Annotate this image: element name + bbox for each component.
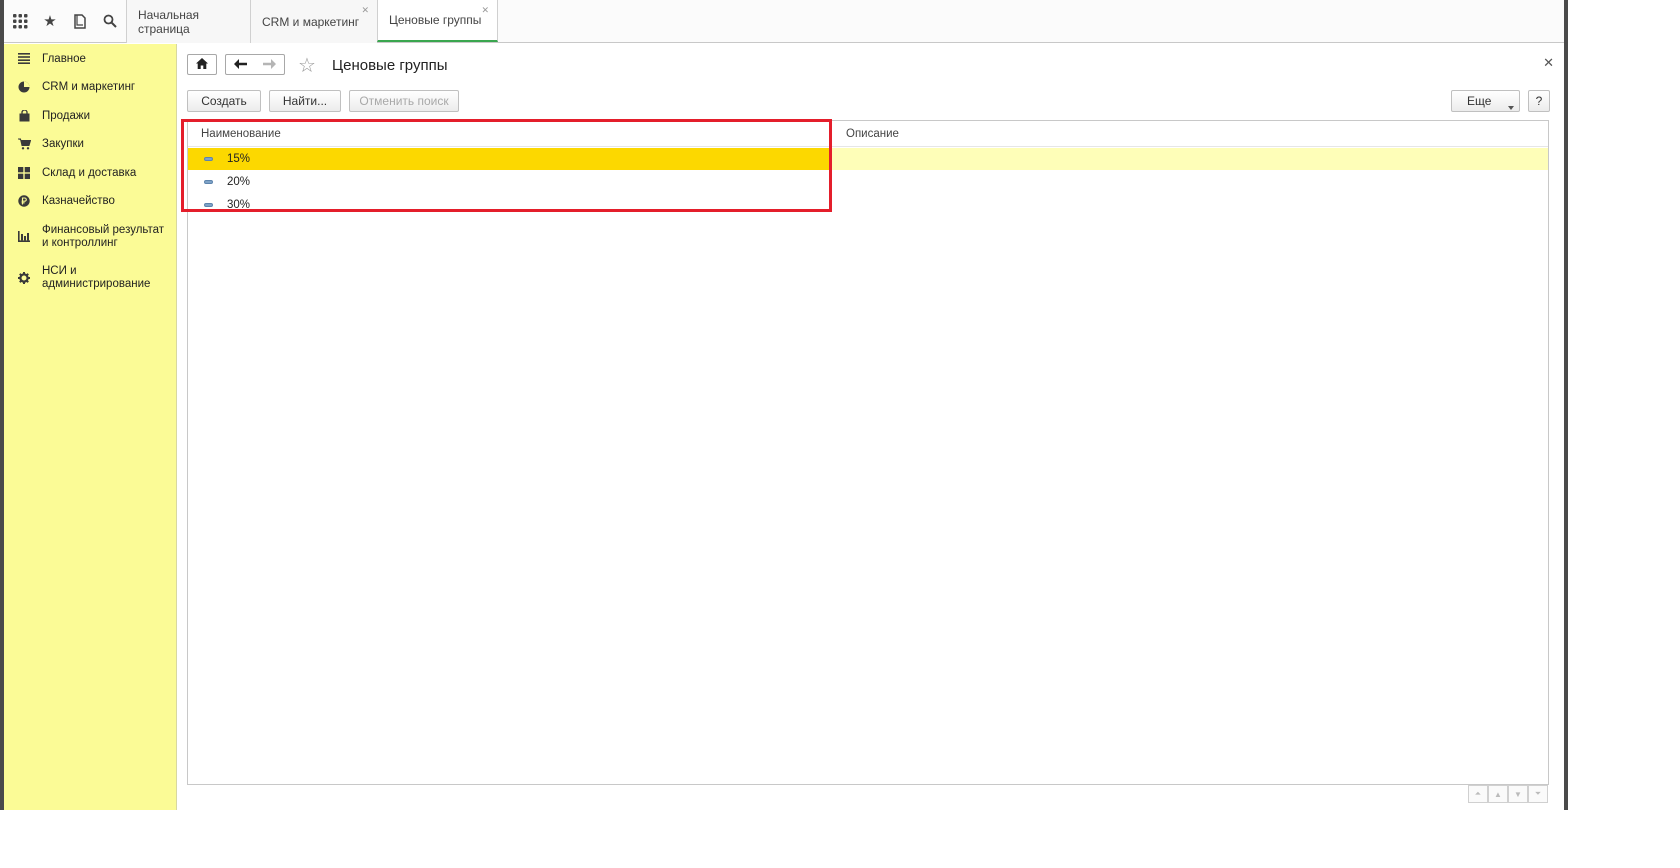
home-icon [196,57,208,72]
row-name: 30% [227,199,251,211]
column-header-description[interactable]: Описание [846,128,899,140]
sidebar-item-treasury[interactable]: Казначейство [4,195,123,208]
item-icon [204,157,213,161]
scroll-down-icon[interactable]: ▼ [1508,785,1528,803]
sidebar-item-label: НСИ и администрирование [42,265,151,290]
sidebar-item-crm[interactable]: CRM и маркетинг [4,81,143,94]
chevron-down-icon [1508,99,1514,113]
sidebar-item-label: Склад и доставка [42,167,137,179]
top-bar: ★ Начальная страница CRM и маркетинг ✕ Ц… [4,0,1564,43]
cell-description [831,148,1548,170]
apps-grid-icon[interactable] [5,0,35,42]
more-button[interactable]: Еще [1451,90,1520,112]
sidebar-item-warehouse[interactable]: Склад и доставка [4,167,144,180]
tab-price-groups[interactable]: Ценовые группы ✕ [377,0,498,42]
page-title: Ценовые группы [332,57,448,74]
sidebar-item-label: Продажи [42,110,91,122]
scroll-bottom-icon[interactable]: ⏷ [1528,785,1548,803]
table-row[interactable]: 30% [188,194,1548,216]
find-button[interactable]: Найти... [269,90,341,112]
sidebar-item-admin[interactable]: НСИ и администрирование [4,265,160,291]
sidebar-item-label: CRM и маркетинг [42,81,136,93]
create-button[interactable]: Создать [187,90,261,112]
table-row[interactable]: 20% [188,171,1548,193]
sidebar-item-label: Закупки [42,138,84,150]
history-icon[interactable] [65,0,95,42]
cell-description [831,194,1548,216]
menu-lines-icon [16,53,32,64]
back-arrow-icon[interactable] [234,57,247,72]
top-toolbar: ★ [4,0,126,42]
sidebar-item-sales[interactable]: Продажи [4,110,98,123]
favorite-star-icon[interactable]: ☆ [298,53,316,78]
cell-name: 15% [188,148,831,170]
item-icon [204,203,213,207]
scroll-top-icon[interactable]: ⏶ [1468,785,1488,803]
cart-icon [16,138,32,150]
more-label: Еще [1467,94,1492,108]
table-header: Наименование Описание [188,121,1548,147]
search-icon[interactable] [95,0,125,42]
item-icon [204,180,213,184]
table-scroll-controls: ⏶ ▲ ▼ ⏷ [1468,785,1548,803]
sidebar-item-main[interactable]: Главное [4,53,94,66]
tab-label: CRM и маркетинг [262,14,360,29]
sidebar-item-label: Финансовый результат и контроллинг [42,224,165,249]
forward-arrow-icon[interactable] [263,57,276,72]
tab-close-icon[interactable]: ✕ [481,5,489,16]
cell-name: 30% [188,194,831,216]
tab-label: Ценовые группы [389,13,482,27]
star-icon[interactable]: ★ [35,0,65,42]
column-header-name[interactable]: Наименование [201,128,281,140]
cell-name: 20% [188,171,831,193]
row-name: 20% [227,176,251,188]
table-row[interactable]: 15% [188,148,1548,170]
pie-chart-icon [16,81,32,93]
cell-description [831,171,1548,193]
history-nav [225,54,285,75]
sidebar-item-label: Казначейство [42,195,115,207]
sidebar-item-finance[interactable]: Финансовый результат и контроллинг [4,224,175,250]
home-button[interactable] [187,54,217,75]
sidebar-item-purchases[interactable]: Закупки [4,138,92,151]
tab-close-icon[interactable]: ✕ [361,5,369,16]
row-name: 15% [227,153,251,165]
tab-crm[interactable]: CRM и маркетинг ✕ [250,0,377,43]
sidebar: Главное CRM и маркетинг Продажи Закупки … [4,44,177,810]
form-area: ☆ Ценовые группы ✕ Создать Найти... Отме… [178,44,1560,810]
ruble-coin-icon [16,195,32,207]
warehouse-grid-icon [16,167,32,179]
close-form-icon[interactable]: ✕ [1543,55,1554,71]
scroll-up-icon[interactable]: ▲ [1488,785,1508,803]
gear-icon [16,272,32,284]
bar-chart-icon [16,231,32,242]
cancel-search-button[interactable]: Отменить поиск [349,90,459,112]
sidebar-item-label: Главное [42,53,86,65]
tab-label: Начальная страница [138,7,200,36]
help-button[interactable]: ? [1528,90,1550,112]
price-groups-table: Наименование Описание 15% 20% 30% [187,120,1549,785]
shopping-bag-icon [16,110,32,122]
tab-home[interactable]: Начальная страница [126,0,250,43]
